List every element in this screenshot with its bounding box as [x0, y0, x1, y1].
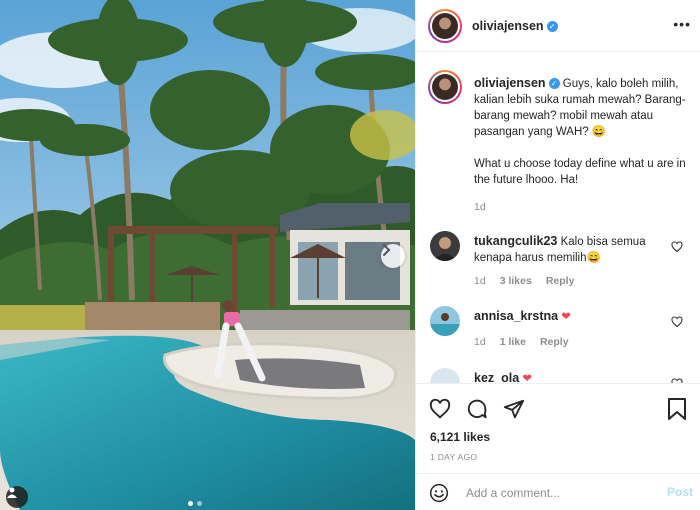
- emoji-icon[interactable]: [429, 483, 449, 503]
- author-username[interactable]: oliviajensen: [472, 19, 544, 33]
- heart-icon[interactable]: [671, 241, 683, 253]
- comment-icon[interactable]: [466, 398, 488, 420]
- post-actions: 6,121 likes 1 DAY AGO: [416, 383, 700, 473]
- comment-text: tukangculik23 Kalo bisa semua kenapa har…: [474, 233, 670, 266]
- comment-username[interactable]: kez_ola: [474, 371, 519, 383]
- carousel-dots: [188, 501, 202, 506]
- add-comment-bar: Post: [416, 473, 700, 510]
- commenter-avatar[interactable]: [430, 306, 460, 336]
- commenter-avatar[interactable]: [430, 231, 460, 261]
- reply-button[interactable]: Reply: [546, 275, 575, 287]
- user-tag-icon: [7, 487, 17, 498]
- next-image-button[interactable]: [381, 244, 405, 268]
- chevron-right-icon: [383, 244, 391, 256]
- comment-text: annisa_krstna ❤: [474, 308, 670, 325]
- comment-text: kez_ola ❤: [474, 370, 670, 383]
- verified-badge-icon: ✓: [546, 21, 558, 32]
- caption-paragraph-2: What u choose today define what u are in…: [474, 158, 686, 186]
- comment-input[interactable]: [466, 483, 646, 503]
- comment-meta: 1d 1 like Reply: [474, 336, 569, 348]
- commenter-avatar[interactable]: [430, 368, 460, 383]
- author-avatar[interactable]: [428, 9, 462, 43]
- author-name-row: oliviajensen ✓: [472, 19, 558, 33]
- comments-list[interactable]: oliviajensen ✓ Guys, kalo boleh milih, ka…: [416, 52, 700, 383]
- comment-username[interactable]: annisa_krstna: [474, 309, 558, 323]
- comment-likes[interactable]: 3 likes: [500, 275, 532, 287]
- post-photo[interactable]: [0, 0, 415, 510]
- comment-likes[interactable]: 1 like: [500, 336, 526, 348]
- instagram-post-view: oliviajensen ✓ ••• oliviajensen ✓ Guys, ka…: [0, 0, 700, 510]
- comment-username[interactable]: tukangculik23: [474, 234, 557, 248]
- caption-username[interactable]: oliviajensen: [474, 76, 546, 90]
- post-detail-panel: oliviajensen ✓ ••• oliviajensen ✓ Guys, ka…: [415, 0, 700, 510]
- post-header: oliviajensen ✓ •••: [416, 0, 700, 52]
- caption-timestamp[interactable]: 1d: [474, 201, 486, 213]
- likes-count[interactable]: 6,121 likes: [430, 430, 490, 444]
- carousel-dot-active: [188, 501, 193, 506]
- verified-badge-icon: ✓: [548, 78, 560, 89]
- post-date[interactable]: 1 DAY AGO: [430, 452, 477, 462]
- reply-button[interactable]: Reply: [540, 336, 569, 348]
- heart-icon[interactable]: [671, 316, 683, 328]
- caption-author-avatar[interactable]: [428, 70, 462, 104]
- resort-pool-image: [0, 0, 415, 510]
- share-icon[interactable]: [503, 398, 525, 420]
- heart-icon[interactable]: [429, 398, 451, 420]
- more-options-icon[interactable]: •••: [673, 16, 691, 32]
- tagged-users-button[interactable]: [6, 486, 28, 508]
- carousel-dot: [197, 501, 202, 506]
- comment-age[interactable]: 1d: [474, 336, 486, 348]
- comment-body: ❤: [522, 373, 533, 383]
- comment-age[interactable]: 1d: [474, 275, 486, 287]
- action-icons: [429, 398, 525, 420]
- post-comment-button[interactable]: Post: [667, 485, 693, 499]
- comment-meta: 1d 3 likes Reply: [474, 275, 574, 287]
- caption-text: oliviajensen ✓ Guys, kalo boleh milih, ka…: [474, 75, 690, 188]
- bookmark-icon[interactable]: [667, 398, 687, 420]
- comment-body: ❤: [561, 311, 571, 323]
